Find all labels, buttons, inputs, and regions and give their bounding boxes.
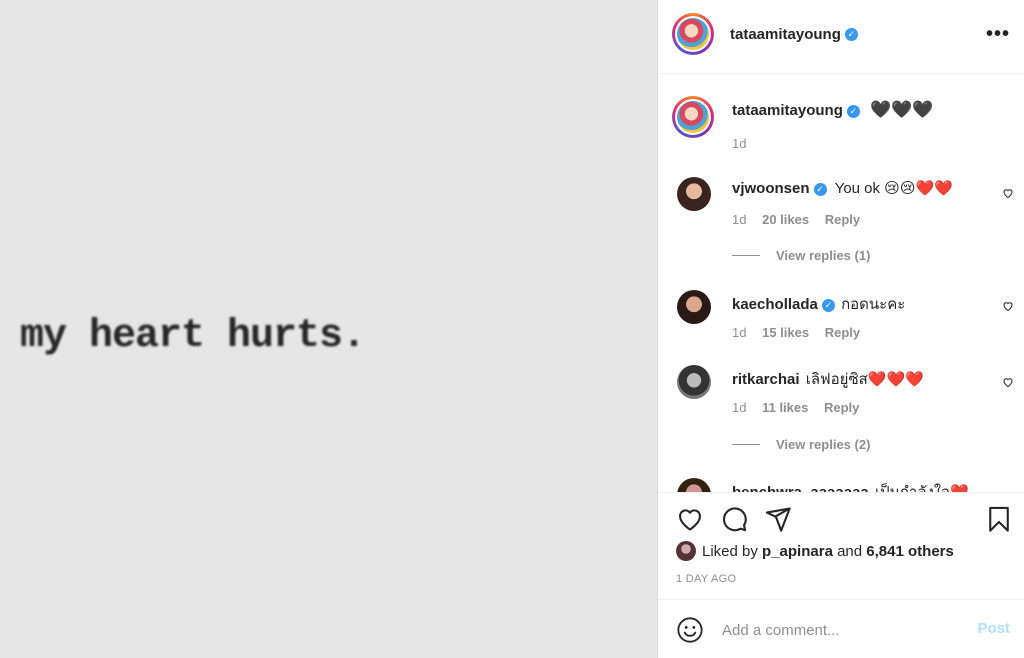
caption: tataamitayoung ✓ 🖤🖤🖤 (732, 100, 934, 120)
comment-text: เป็นกำลังใจ❤️ (875, 484, 969, 492)
view-replies-button[interactable]: View replies (1) (732, 248, 870, 263)
caption-text: 🖤🖤🖤 (870, 100, 934, 119)
reply-button[interactable]: Reply (825, 212, 860, 227)
post-time[interactable]: 1 DAY AGO (676, 573, 736, 585)
comment-text: เลิฟอยู่ซิส❤️❤️❤️ (805, 371, 924, 388)
add-comment-form: Post (658, 599, 1024, 658)
comment-avatar[interactable] (677, 478, 711, 492)
emoji-icon[interactable] (676, 616, 704, 644)
post-media: my heart hurts. (0, 0, 657, 658)
comment-text: กอดนะคะ (841, 296, 906, 313)
liker-username[interactable]: p_apinara (762, 543, 833, 560)
post-panel: tataamitayoung ✓ ••• tataamitayoung ✓ 🖤🖤🖤 … (657, 0, 1024, 658)
heart-icon[interactable] (676, 505, 704, 533)
comment-likes[interactable]: 11 likes (762, 400, 808, 415)
actions-bar: Liked by p_apinara and 6,841 others 1 DA… (658, 492, 1024, 599)
post-button[interactable]: Post (977, 620, 1010, 637)
more-horizontal-icon[interactable]: ••• (986, 24, 1010, 44)
comment-username[interactable]: ritkarchai (732, 371, 800, 388)
verified-icon: ✓ (821, 298, 835, 312)
comment-username[interactable]: benchwra_aaaaaaa (732, 484, 869, 492)
comment-likes[interactable]: 15 likes (762, 325, 809, 340)
comment-meta: 1d 11 likes Reply (732, 400, 860, 415)
verified-icon: ✓ (844, 28, 858, 42)
comment-username[interactable]: kaechollada (732, 296, 818, 313)
comment-item: kaechollada ✓ กอดนะคะ (732, 292, 905, 316)
caption-avatar[interactable] (672, 96, 714, 138)
comment-avatar[interactable] (677, 177, 711, 211)
comment-avatar[interactable] (677, 290, 711, 324)
verified-icon: ✓ (846, 104, 860, 118)
reply-button[interactable]: Reply (825, 325, 860, 340)
comment-item: vjwoonsen ✓ You ok 😢😢❤️❤️ (732, 179, 953, 197)
comment-item: ritkarchai เลิฟอยู่ซิส❤️❤️❤️ (732, 367, 924, 391)
media-text: my heart hurts. (20, 314, 366, 359)
like-comment-icon[interactable] (1002, 376, 1014, 388)
comment-likes[interactable]: 20 likes (762, 212, 809, 227)
bookmark-icon[interactable] (985, 505, 1013, 533)
comment-icon[interactable] (720, 505, 748, 533)
like-comment-icon[interactable] (1002, 187, 1014, 199)
caption-username[interactable]: tataamitayoung (732, 102, 843, 119)
reply-button[interactable]: Reply (824, 400, 859, 415)
liked-by: Liked by p_apinara and 6,841 others (676, 541, 954, 561)
share-icon[interactable] (764, 505, 792, 533)
comments-list[interactable]: tataamitayoung ✓ 🖤🖤🖤 1d vjwoonsen ✓ You ok… (658, 74, 1024, 492)
comment-input[interactable] (720, 614, 964, 646)
like-comment-icon[interactable] (1002, 300, 1014, 312)
likes-count[interactable]: 6,841 others (866, 543, 954, 560)
comment-username[interactable]: vjwoonsen (732, 180, 810, 197)
verified-icon: ✓ (813, 182, 827, 196)
liker-avatar[interactable] (676, 541, 696, 561)
comment-text: You ok 😢😢❤️❤️ (834, 180, 953, 197)
comment-meta: 1d 20 likes Reply (732, 212, 861, 227)
comment-meta: 1d 15 likes Reply (732, 325, 861, 340)
comment-item: benchwra_aaaaaaa เป็นกำลังใจ❤️ (732, 480, 969, 492)
author-avatar[interactable] (672, 13, 714, 55)
post-header: tataamitayoung ✓ ••• (658, 0, 1024, 74)
comment-avatar[interactable] (677, 365, 711, 399)
author-username[interactable]: tataamitayoung (730, 26, 841, 43)
view-replies-button[interactable]: View replies (2) (732, 437, 870, 452)
caption-time: 1d (732, 136, 747, 151)
